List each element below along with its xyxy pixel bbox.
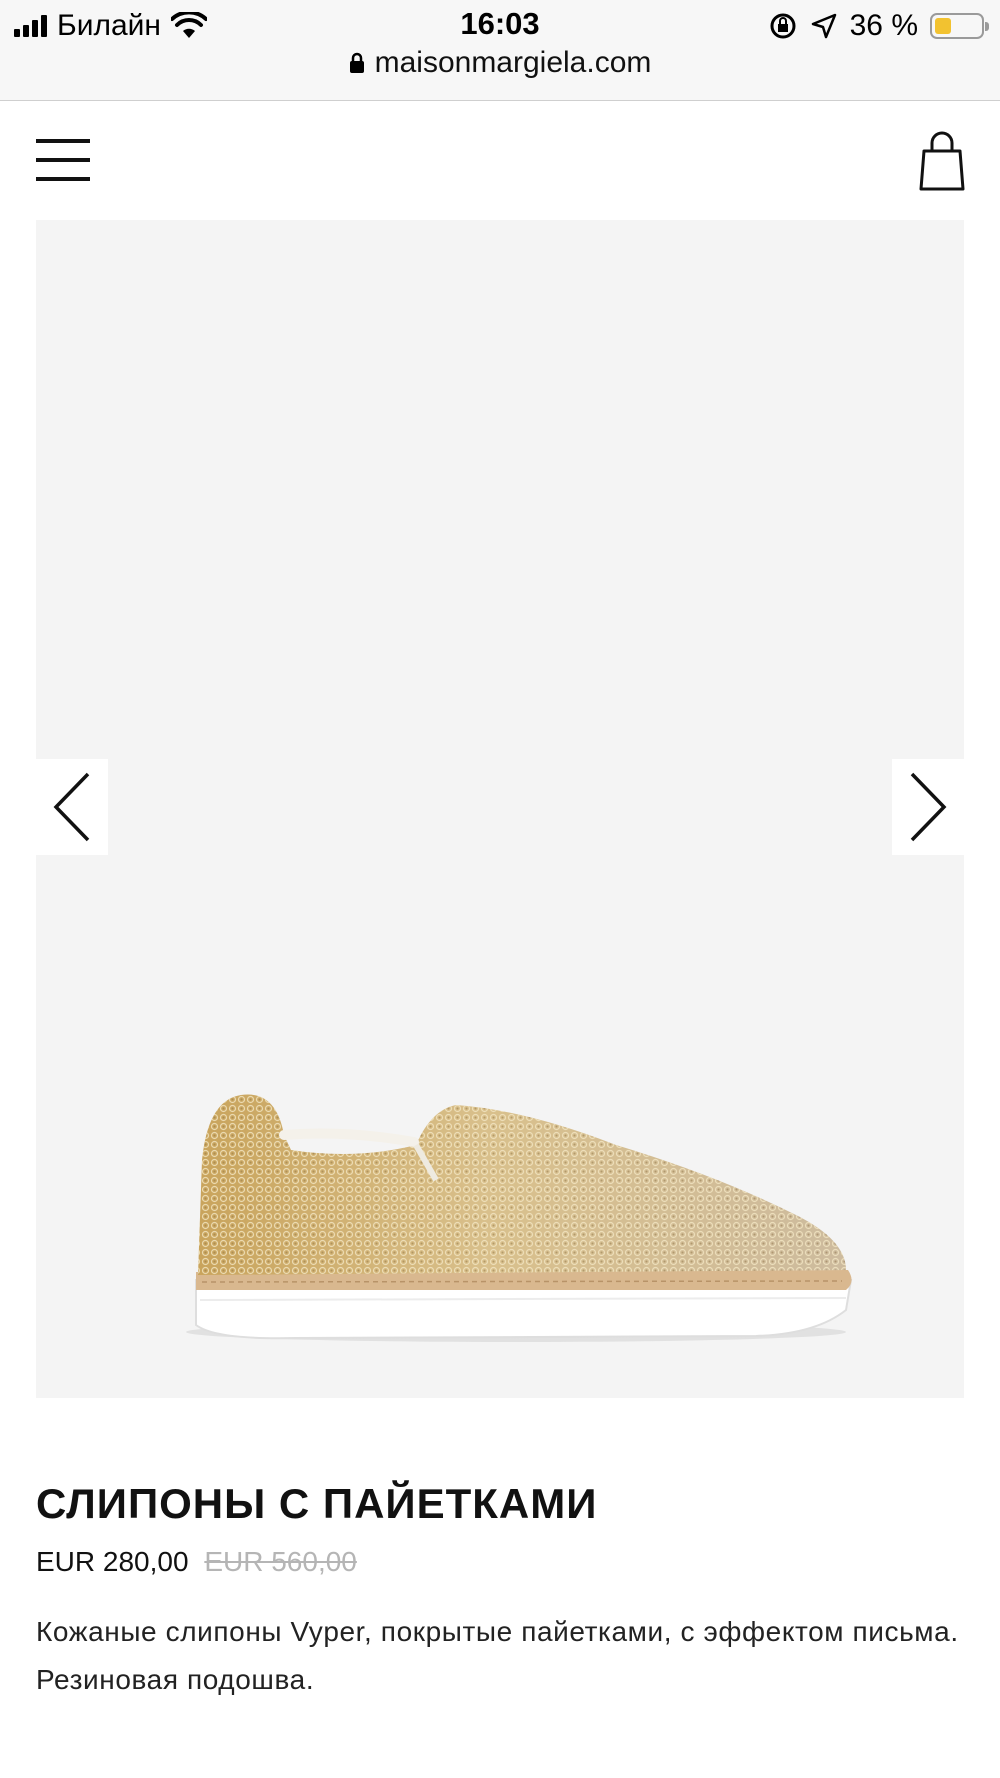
shopping-bag-icon[interactable] bbox=[918, 129, 966, 191]
previous-image-button[interactable] bbox=[36, 759, 108, 855]
location-arrow-icon bbox=[811, 13, 836, 39]
site-header bbox=[0, 101, 1000, 219]
status-bar-right: 36 % bbox=[768, 6, 989, 46]
price-row: EUR 280,00 EUR 560,00 bbox=[36, 1546, 964, 1578]
current-price: EUR 280,00 bbox=[36, 1546, 189, 1577]
battery-percent: 36 % bbox=[849, 9, 918, 42]
lock-icon bbox=[349, 52, 364, 73]
orientation-lock-icon bbox=[770, 13, 796, 39]
hamburger-menu-icon[interactable] bbox=[36, 139, 90, 181]
product-description: Кожаные слипоны Vyper, покрытые пайеткам… bbox=[36, 1616, 959, 1695]
next-image-button[interactable] bbox=[892, 759, 964, 855]
status-bar: Билайн 16:03 36 % maisonmargiela.com bbox=[0, 0, 1000, 101]
battery-icon bbox=[930, 13, 989, 39]
product-info: СЛИПОНЫ С ПАЙЕТКАМИ EUR 280,00 EUR 560,0… bbox=[36, 1480, 964, 1704]
product-title: СЛИПОНЫ С ПАЙЕТКАМИ bbox=[36, 1480, 598, 1527]
chevron-left-icon bbox=[53, 772, 90, 842]
chevron-right-icon bbox=[910, 772, 947, 842]
original-price: EUR 560,00 bbox=[204, 1546, 357, 1577]
product-image-shoe bbox=[186, 1094, 853, 1342]
url-text[interactable]: maisonmargiela.com bbox=[375, 46, 652, 80]
address-bar[interactable]: maisonmargiela.com bbox=[0, 46, 1000, 80]
product-image-gallery[interactable] bbox=[36, 220, 964, 1398]
battery-fill bbox=[935, 18, 951, 34]
